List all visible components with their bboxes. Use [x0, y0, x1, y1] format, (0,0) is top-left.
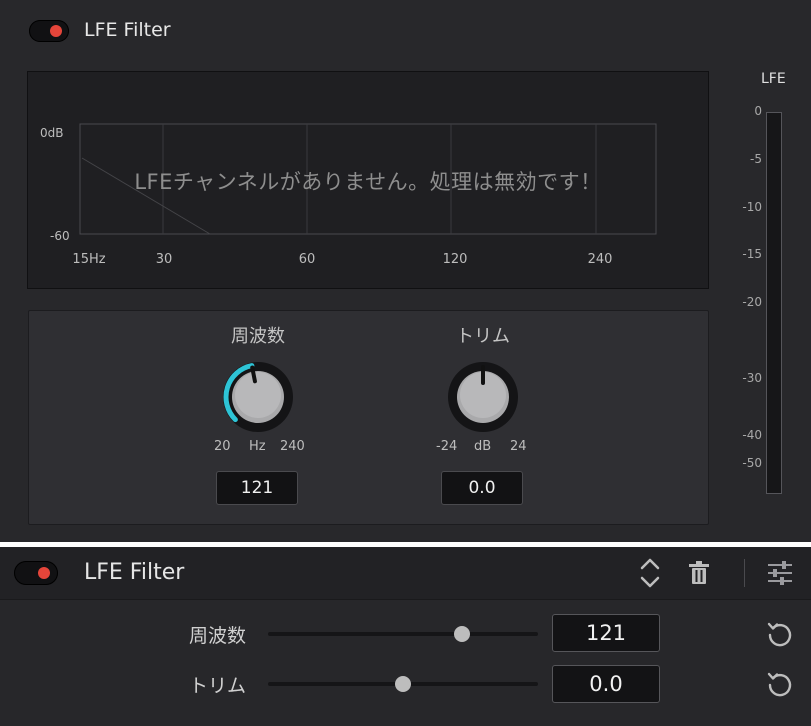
trim-slider[interactable] — [268, 676, 538, 692]
db-top-label: 0dB — [40, 126, 64, 140]
meter-tick-label: -10 — [742, 200, 762, 214]
reset-trim-icon[interactable] — [765, 669, 795, 699]
meter-tick-label: -30 — [742, 371, 762, 385]
freq-label: 240 — [587, 252, 613, 267]
frequency-max-label: 240 — [280, 439, 305, 454]
frequency-param-label: 周波数 — [188, 625, 246, 647]
freq-label: 15Hz — [72, 252, 106, 267]
meter-tick-label: 0 — [754, 104, 762, 118]
frequency-unit-label: Hz — [249, 439, 266, 454]
reset-frequency-icon[interactable] — [765, 619, 795, 649]
inspector-effect-strip: LFE Filter 周波数 121 トリム 0.0 — [0, 547, 811, 726]
effect-header: LFE Filter — [0, 547, 811, 600]
freq-label: 120 — [442, 252, 468, 267]
meter-tick-label: -40 — [742, 428, 762, 442]
trim-unit-label: dB — [474, 439, 492, 454]
freq-label: 60 — [298, 252, 316, 267]
trim-max-label: 24 — [510, 439, 527, 454]
meter-tick-label: -5 — [750, 152, 762, 166]
graph-grid — [79, 123, 657, 235]
chevron-updown-icon[interactable] — [638, 555, 662, 591]
freq-label: 30 — [155, 252, 173, 267]
meter-tick-label: -15 — [742, 247, 762, 261]
trim-knob[interactable] — [443, 357, 523, 437]
frequency-param-value[interactable]: 121 — [552, 614, 660, 652]
trim-slider-thumb[interactable] — [395, 676, 411, 692]
effect-enable-indicator-dot — [38, 567, 50, 579]
trim-value-field[interactable]: 0.0 — [441, 471, 523, 505]
sliders-icon[interactable] — [766, 559, 794, 587]
frequency-knob[interactable] — [218, 357, 298, 437]
frequency-slider[interactable] — [268, 626, 538, 642]
lfe-level-meter — [766, 112, 782, 494]
frequency-value-field[interactable]: 121 — [216, 471, 298, 505]
frequency-min-label: 20 — [214, 439, 231, 454]
header-divider — [744, 559, 745, 587]
trim-param-value[interactable]: 0.0 — [552, 665, 660, 703]
effect-title: LFE Filter — [84, 560, 185, 585]
meter-tick-label: -20 — [742, 295, 762, 309]
frequency-slider-thumb[interactable] — [454, 626, 471, 642]
lfe-filter-plugin-window: LFE Filter 0dB -60 15Hz 30 60 120 240 LF… — [0, 0, 811, 542]
db-bottom-label: -60 — [50, 229, 70, 243]
lfe-meter-title: LFE — [761, 71, 786, 87]
trim-knob-title: トリム — [456, 326, 510, 347]
effect-enable-toggle[interactable] — [14, 561, 58, 585]
knob-controls-panel — [28, 310, 709, 525]
meter-tick-label: -50 — [742, 456, 762, 470]
trim-param-label: トリム — [188, 675, 246, 697]
trash-icon[interactable] — [688, 561, 710, 585]
no-lfe-channel-message: LFEチャンネルがありません。処理は無効です！ — [134, 170, 602, 194]
frequency-knob-title: 周波数 — [231, 326, 285, 347]
trim-min-label: -24 — [436, 439, 458, 454]
